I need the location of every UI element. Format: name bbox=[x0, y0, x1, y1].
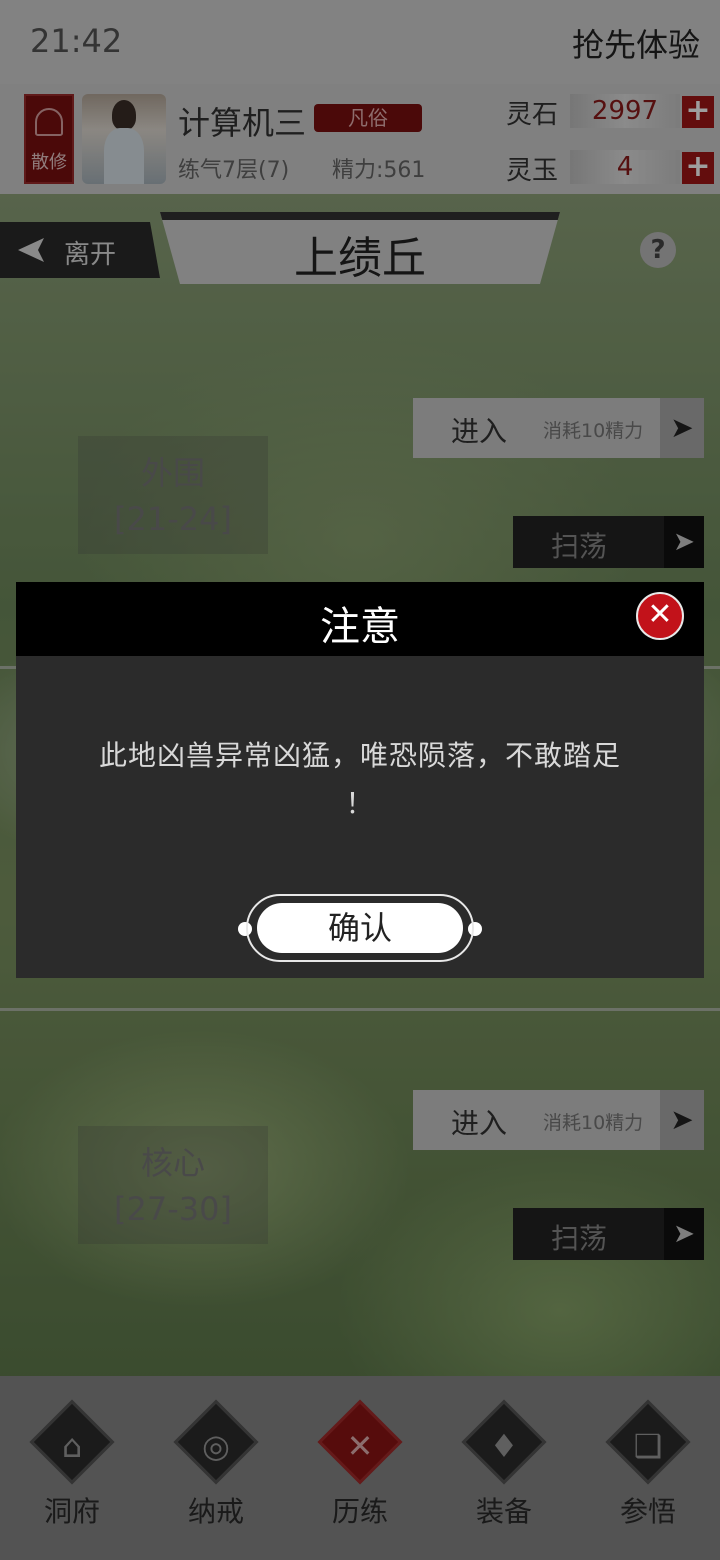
dialog-message: 此地凶兽异常凶猛，唯恐陨落，不敢踏足 ！ bbox=[76, 732, 644, 828]
confirm-button[interactable]: 确认 bbox=[257, 903, 463, 953]
confirm-button-frame: 确认 bbox=[246, 894, 474, 962]
dialog-title: 注意 bbox=[320, 604, 400, 650]
dialog-header: 注意 ✕ bbox=[16, 582, 704, 656]
alert-dialog: 注意 ✕ 此地凶兽异常凶猛，唯恐陨落，不敢踏足 ！ 确认 bbox=[16, 582, 704, 978]
dialog-message-line: 此地凶兽异常凶猛，唯恐陨落，不敢踏足 bbox=[98, 739, 621, 772]
dialog-message-line: ！ bbox=[345, 787, 375, 820]
close-icon[interactable]: ✕ bbox=[636, 592, 684, 640]
